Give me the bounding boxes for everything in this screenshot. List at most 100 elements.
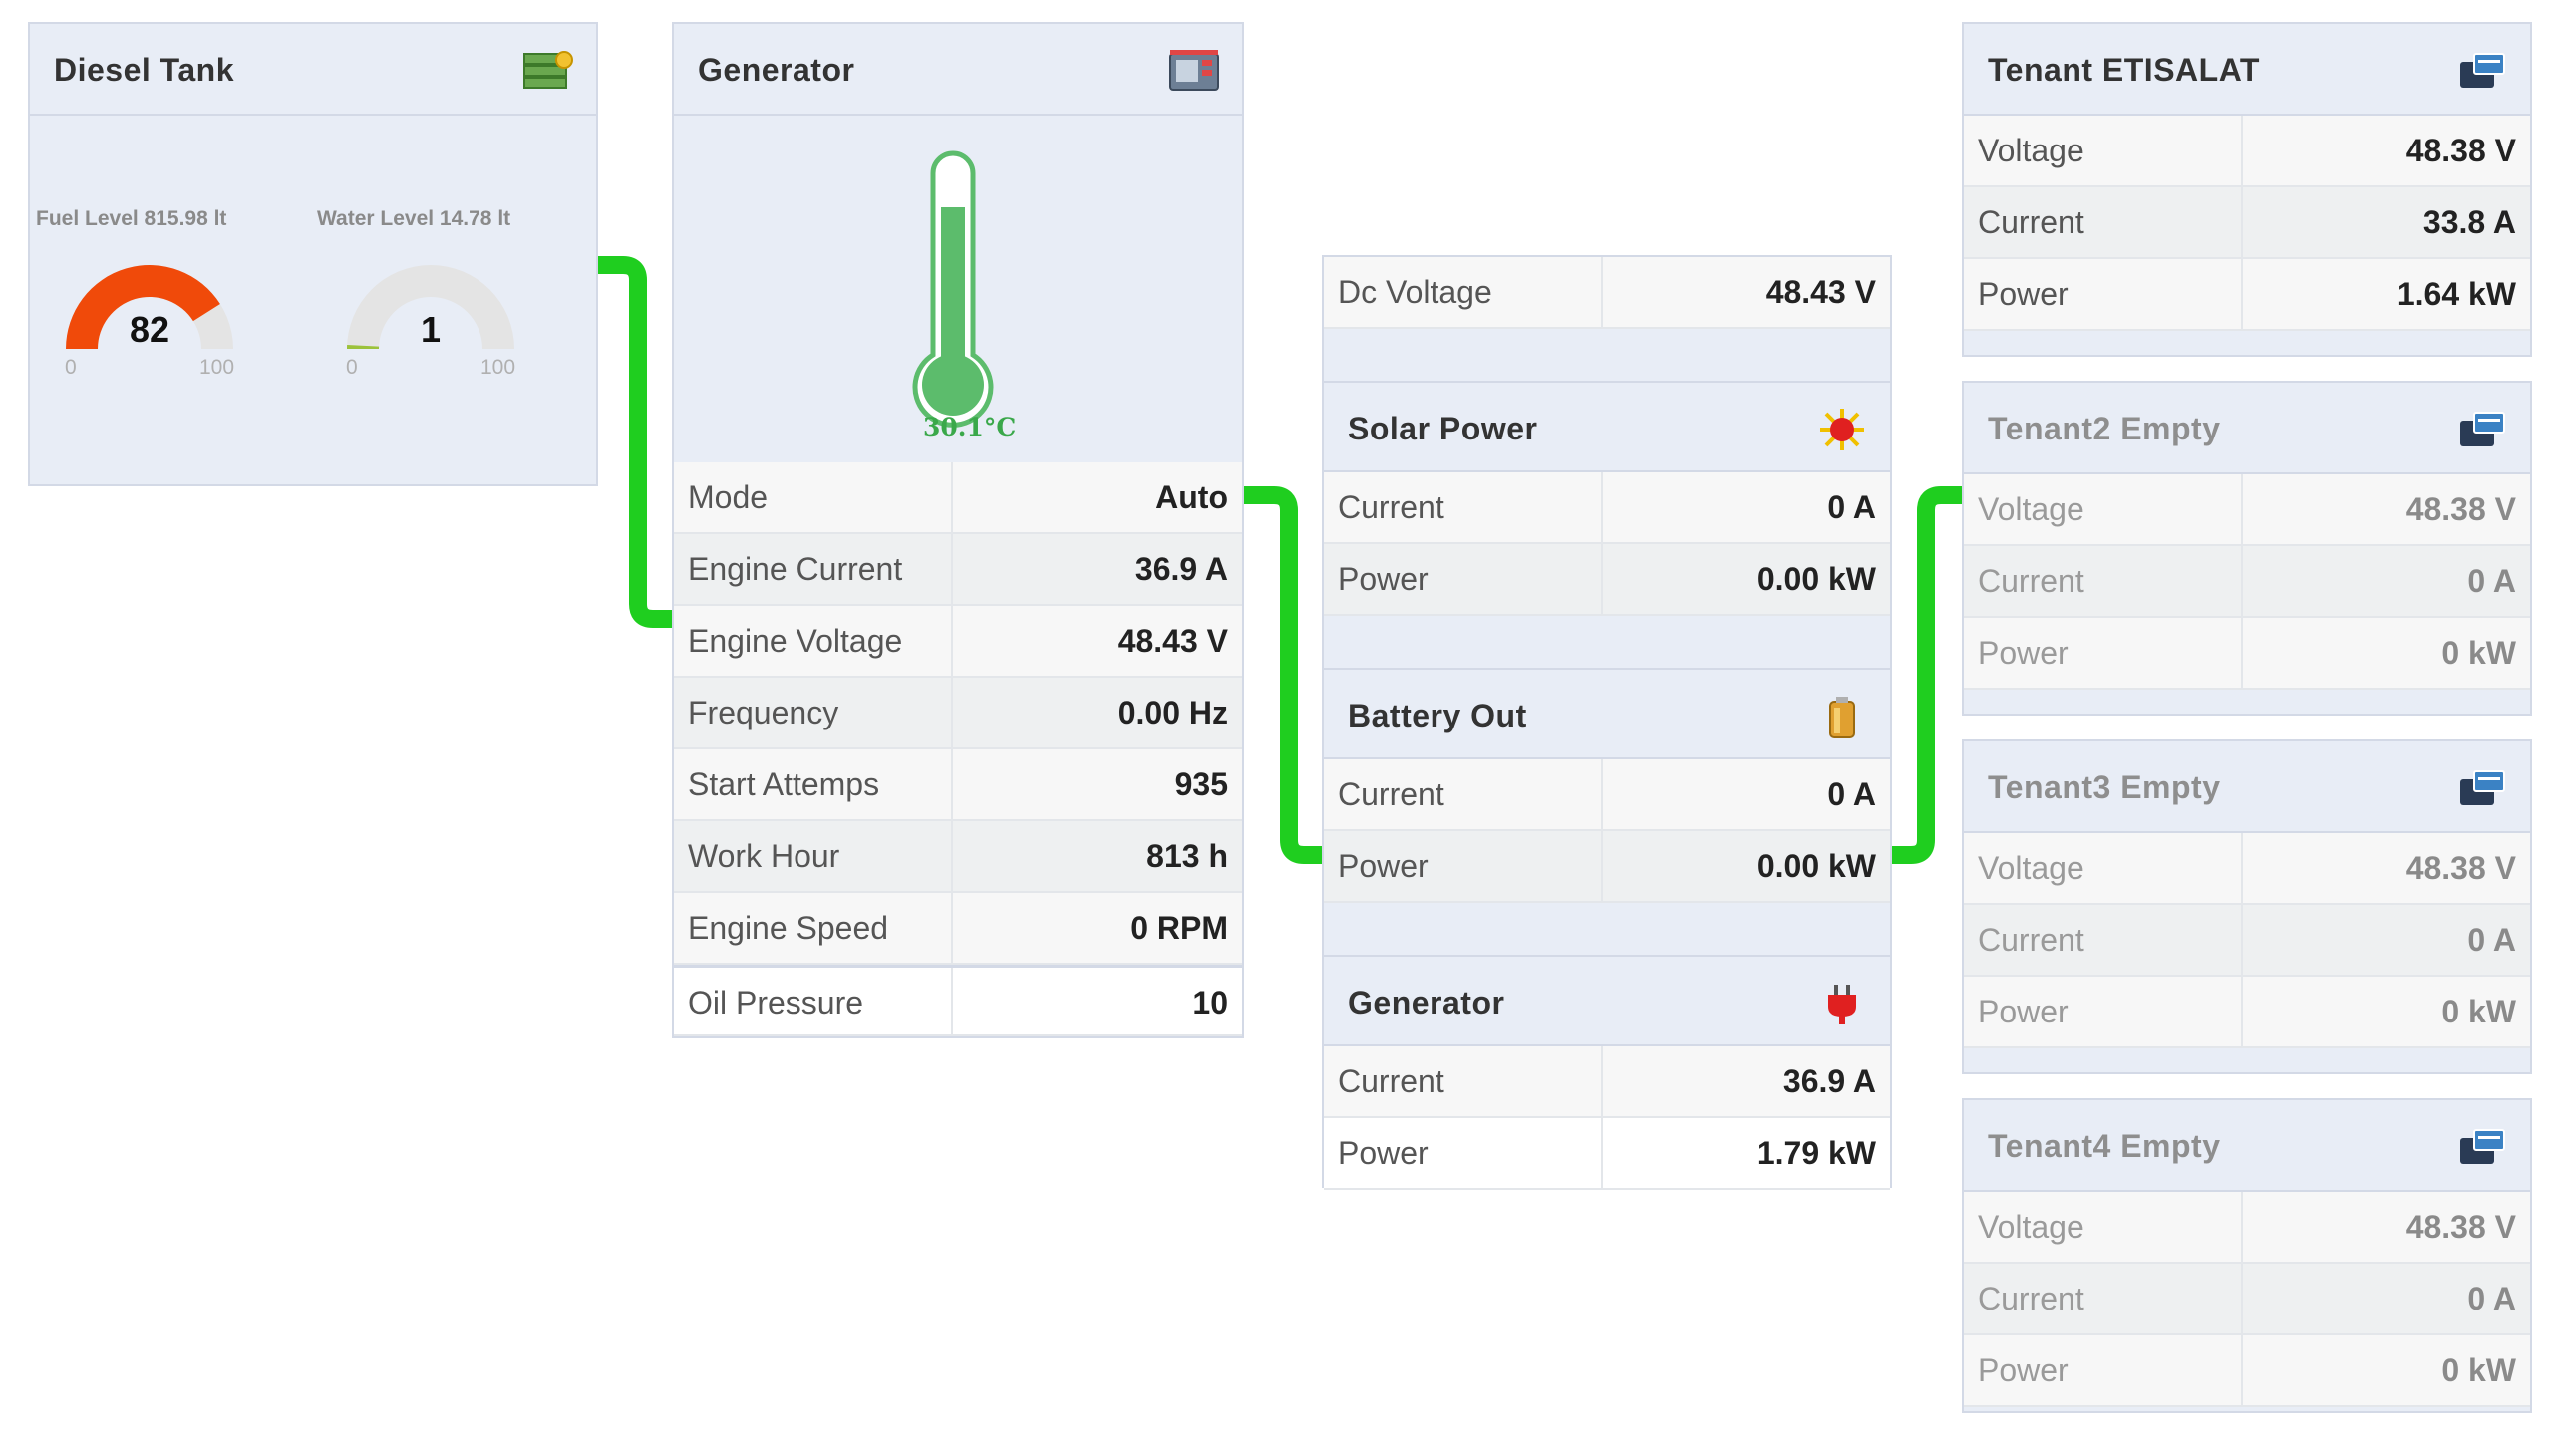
battery-header: Battery Out xyxy=(1324,668,1890,759)
generator-row-value: 0 RPM xyxy=(1130,910,1228,946)
tenant-current-row: Current 33.8 A xyxy=(1964,187,2530,259)
tenant-power-row: Power 1.64 kW xyxy=(1964,259,2530,331)
power-panel: Dc Voltage 48.43 V Solar Power Current 0 A… xyxy=(1322,255,1892,1190)
wire-diesel-to-generator xyxy=(596,256,672,628)
battery-power-value: 0.00 kW xyxy=(1756,848,1876,884)
solar-header: Solar Power xyxy=(1324,381,1890,472)
generator-row-value: 813 h xyxy=(1146,838,1228,874)
tenant-voltage-row: Voltage 48.38 V xyxy=(1964,116,2530,187)
tenant-title: Tenant4 Empty xyxy=(1988,1128,2221,1164)
generator-output-header: Generator xyxy=(1324,955,1890,1046)
tenant-header: Tenant3 Empty xyxy=(1964,741,2530,833)
generator-row: Start Attemps 935 xyxy=(674,749,1242,821)
tenant-header: Tenant2 Empty xyxy=(1964,383,2530,474)
dc-voltage-value: 48.43 V xyxy=(1765,274,1876,310)
tenant-current-label: Current xyxy=(1964,546,2243,616)
solar-current-row: Current 0 A xyxy=(1324,472,1890,544)
tenant-voltage-value: 48.38 V xyxy=(2405,1209,2516,1245)
tenant-voltage-label: Voltage xyxy=(1964,833,2243,903)
solar-power-row: Power 0.00 kW xyxy=(1324,544,1890,616)
generator-icon xyxy=(1169,50,1219,91)
generator-row-label: Engine Current xyxy=(674,534,953,604)
tenant-current-label: Current xyxy=(1964,187,2243,257)
meter-icon xyxy=(2460,53,2505,88)
generator-output-title: Generator xyxy=(1348,985,1505,1020)
fuel-level-caption: Fuel Level 815.98 lt xyxy=(36,207,227,230)
tenant-power-label: Power xyxy=(1964,259,2243,329)
fuel-level-value: 82 xyxy=(129,309,170,350)
meter-icon xyxy=(2460,770,2505,805)
tenant-current-value: 0 A xyxy=(2467,922,2516,958)
generator-row-label: Oil Pressure xyxy=(674,968,953,1034)
generator-output-power-value: 1.79 kW xyxy=(1756,1135,1876,1171)
diesel-tank-title: Diesel Tank xyxy=(54,52,234,88)
tenant-current-value: 33.8 A xyxy=(2422,204,2516,240)
tenant-power-value: 0 kW xyxy=(2441,1352,2516,1388)
tenant-voltage-value: 48.38 V xyxy=(2405,491,2516,527)
fuel-tank-icon xyxy=(523,51,573,89)
sun-icon xyxy=(1820,409,1864,450)
water-level-caption: Water Level 14.78 lt xyxy=(317,207,511,230)
tenant-voltage-label: Voltage xyxy=(1964,1192,2243,1262)
generator-row-label: Work Hour xyxy=(674,821,953,891)
generator-row: Frequency 0.00 Hz xyxy=(674,678,1242,749)
generator-row-label: Start Attemps xyxy=(674,749,953,819)
battery-title: Battery Out xyxy=(1348,698,1527,733)
generator-row-label: Frequency xyxy=(674,678,953,747)
tenant-power-value: 0 kW xyxy=(2441,994,2516,1029)
generator-output-current-value: 36.9 A xyxy=(1782,1063,1876,1099)
tenant-current-row: Current 0 A xyxy=(1964,1264,2530,1335)
solar-title: Solar Power xyxy=(1348,411,1538,446)
generator-output-current-row: Current 36.9 A xyxy=(1324,1046,1890,1118)
meter-icon xyxy=(2460,1129,2505,1164)
tenant-panel: Tenant3 Empty Voltage 48.38 V Current 0 A … xyxy=(1962,739,2532,1074)
generator-row: Engine Current 36.9 A xyxy=(674,534,1242,606)
generator-row-label: Mode xyxy=(674,462,953,532)
plug-icon xyxy=(1828,985,1856,1024)
dc-voltage-label: Dc Voltage xyxy=(1324,257,1603,327)
engine-temperature: 30.1°C xyxy=(923,413,1017,441)
tenant-voltage-row: Voltage 48.38 V xyxy=(1964,1192,2530,1264)
battery-current-row: Current 0 A xyxy=(1324,759,1890,831)
generator-panel: Generator 30.1°C Mode Auto Engine Current… xyxy=(672,22,1244,1038)
generator-row: Work Hour 813 h xyxy=(674,821,1242,893)
fuel-gauge-max: 100 xyxy=(199,356,235,379)
tenant-voltage-row: Voltage 48.38 V xyxy=(1964,474,2530,546)
tenant-panel: Tenant4 Empty Voltage 48.38 V Current 0 A … xyxy=(1962,1098,2532,1413)
tenant-header: Tenant ETISALAT xyxy=(1964,24,2530,116)
generator-row: Engine Voltage 48.43 V xyxy=(674,606,1242,678)
generator-row-value: 10 xyxy=(1192,985,1228,1020)
tenant-title: Tenant3 Empty xyxy=(1988,769,2221,805)
water-gauge-max: 100 xyxy=(480,356,516,379)
tenant-voltage-label: Voltage xyxy=(1964,474,2243,544)
generator-row-value: 0.00 Hz xyxy=(1117,695,1228,730)
tenant-current-value: 0 A xyxy=(2467,563,2516,599)
battery-icon xyxy=(1829,697,1855,738)
solar-section: Solar Power Current 0 A Power 0.00 kW xyxy=(1324,381,1890,620)
tenant-current-value: 0 A xyxy=(2467,1281,2516,1316)
generator-row: Mode Auto xyxy=(674,462,1242,534)
generator-row-value: Auto xyxy=(1155,479,1228,515)
battery-current-label: Current xyxy=(1324,759,1603,829)
diesel-tank-header: Diesel Tank xyxy=(30,24,596,116)
tenant-title: Tenant2 Empty xyxy=(1988,411,2221,446)
tenant-panel: Tenant ETISALAT Voltage 48.38 V Current 33… xyxy=(1962,22,2532,357)
tenant-current-row: Current 0 A xyxy=(1964,905,2530,977)
tenant-current-label: Current xyxy=(1964,1264,2243,1333)
tenants-column: Tenant ETISALAT Voltage 48.38 V Current 33… xyxy=(1962,22,2532,1417)
wire-power-to-tenants xyxy=(1892,486,1969,864)
battery-current-value: 0 A xyxy=(1827,776,1876,812)
solar-current-label: Current xyxy=(1324,472,1603,542)
tenant-power-row: Power 0 kW xyxy=(1964,1335,2530,1407)
tenant-power-row: Power 0 kW xyxy=(1964,977,2530,1048)
tenant-voltage-row: Voltage 48.38 V xyxy=(1964,833,2530,905)
battery-section: Battery Out Current 0 A Power 0.00 kW xyxy=(1324,668,1890,907)
solar-power-label: Power xyxy=(1324,544,1603,614)
generator-row: Engine Speed 0 RPM xyxy=(674,893,1242,965)
tenant-power-value: 0 kW xyxy=(2441,635,2516,671)
tenant-current-row: Current 0 A xyxy=(1964,546,2530,618)
tenant-voltage-value: 48.38 V xyxy=(2405,850,2516,886)
water-gauge-min: 0 xyxy=(346,356,358,379)
tenant-header: Tenant4 Empty xyxy=(1964,1100,2530,1192)
diesel-tank-panel: Diesel Tank Fuel Level 815.98 lt 82 0 10… xyxy=(28,22,598,486)
